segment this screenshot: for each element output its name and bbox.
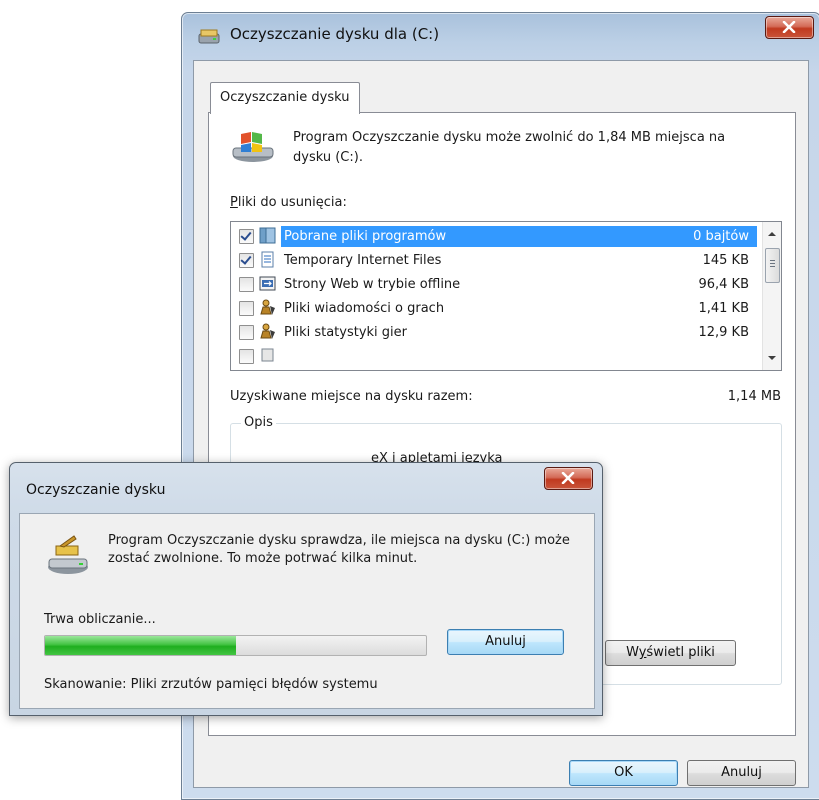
list-item[interactable]: Temporary Internet Files 145 KB <box>232 249 757 273</box>
document-icon <box>261 251 274 268</box>
total-space-value: 1,14 MB <box>727 389 781 404</box>
file-size: 1,41 KB <box>698 301 749 316</box>
chess-piece-icon <box>260 323 275 339</box>
list-item[interactable]: Pobrane pliki programów 0 bajtów <box>232 225 757 249</box>
scroll-down-arrow-icon[interactable] <box>765 351 779 365</box>
files-to-delete-label: Pliki do usunięcia: <box>230 195 347 210</box>
total-space-label: Uzyskiwane miejsce na dysku razem: <box>230 389 473 404</box>
window-title: Oczyszczanie dysku dla (C:) <box>230 25 440 43</box>
file-checkbox[interactable] <box>239 229 254 244</box>
files-list[interactable]: Pobrane pliki programów 0 bajtów Tempora… <box>230 221 782 371</box>
file-size: 0 bajtów <box>693 229 749 244</box>
close-button[interactable] <box>765 16 814 39</box>
progress-dialog: Oczyszczanie dysku Program Oczyszczanie … <box>9 462 603 716</box>
progress-bar <box>44 635 427 656</box>
title-bar[interactable]: Oczyszczanie dysku dla (C:) <box>182 13 819 49</box>
progress-dialog-client: Program Oczyszczanie dysku sprawdza, ile… <box>19 513 595 709</box>
intro-text: Program Oczyszczanie dysku może zwolnić … <box>293 130 726 165</box>
close-icon <box>782 21 796 33</box>
file-label: Strony Web w trybie offline <box>284 277 461 292</box>
file-label: Pliki statystyki gier <box>284 325 408 340</box>
close-icon <box>561 472 575 484</box>
status-label: Trwa obliczanie... <box>44 612 156 627</box>
progress-close-button[interactable] <box>544 467 593 490</box>
file-checkbox[interactable] <box>239 253 254 268</box>
file-label: Pobrane pliki programów <box>284 229 447 244</box>
list-item[interactable]: Strony Web w trybie offline 96,4 KB <box>232 273 757 297</box>
ok-button[interactable]: OK <box>569 760 678 786</box>
disk-cleanup-drive-icon <box>232 132 274 162</box>
list-scrollbar[interactable] <box>762 222 781 370</box>
progress-cancel-button[interactable]: Anuluj <box>447 629 564 655</box>
view-files-button[interactable]: Wyświetl pliki <box>605 640 736 666</box>
file-label: Pliki wiadomości o grach <box>284 301 445 316</box>
description-group-title: Opis <box>241 415 276 430</box>
partial-item-icon <box>261 348 274 362</box>
disk-cleanup-broom-icon <box>48 535 88 574</box>
progress-dialog-title: Oczyszczanie dysku <box>26 482 166 498</box>
file-checkbox[interactable] <box>239 301 254 316</box>
file-size: 145 KB <box>702 253 749 268</box>
chess-piece-icon <box>260 299 275 315</box>
file-size: 96,4 KB <box>698 277 749 292</box>
scroll-thumb[interactable] <box>765 248 780 283</box>
tab-disk-cleanup[interactable]: Oczyszczanie dysku <box>210 82 360 114</box>
list-item[interactable]: Pliki statystyki gier 12,9 KB <box>232 321 757 345</box>
file-label: Temporary Internet Files <box>284 253 442 268</box>
disk-cleanup-icon <box>198 29 220 44</box>
scan-label: Skanowanie: Pliki zrzutów pamięci błędów… <box>44 677 378 692</box>
file-checkbox[interactable] <box>239 325 254 340</box>
list-item[interactable]: Pliki wiadomości o grach 1,41 KB <box>232 297 757 321</box>
file-size: 12,9 KB <box>698 325 749 340</box>
file-checkbox[interactable] <box>239 349 254 364</box>
folder-icon <box>259 227 276 244</box>
list-item[interactable] <box>232 345 757 369</box>
file-checkbox[interactable] <box>239 277 254 292</box>
scroll-up-arrow-icon[interactable] <box>765 227 779 241</box>
progress-message: Program Oczyszczanie dysku sprawdza, ile… <box>108 533 570 566</box>
cancel-button[interactable]: Anuluj <box>687 760 796 786</box>
offline-pages-icon <box>259 276 276 291</box>
progress-bar-fill <box>45 636 236 655</box>
